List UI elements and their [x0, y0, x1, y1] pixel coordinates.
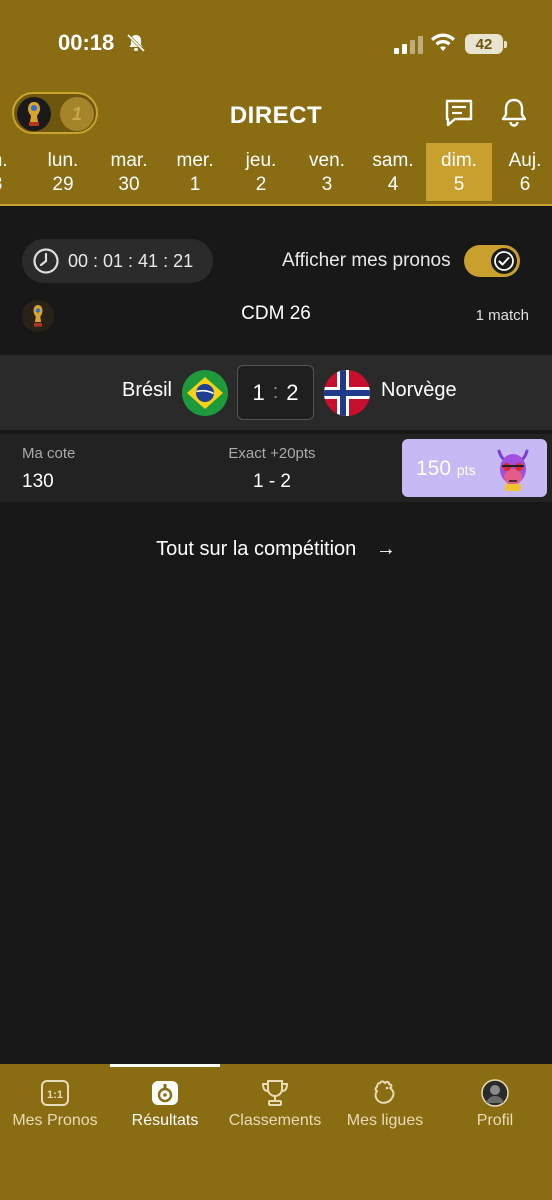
points-number: 150	[416, 457, 452, 480]
date-num: 3	[321, 174, 333, 195]
tab-mes-ligues[interactable]: Mes ligues	[330, 1064, 440, 1200]
match-row[interactable]: Brésil 1 : 2 Norvège	[0, 355, 552, 430]
date-day: m.	[0, 150, 8, 171]
header: 00:18 42 1 DIRECT . lun. 29 mar. 30 mer.…	[0, 0, 552, 206]
score-icon: 1:1	[40, 1078, 70, 1108]
show-pronos-label: Afficher mes pronos	[282, 250, 451, 271]
date-item[interactable]: ven. 3	[294, 143, 360, 201]
date-item[interactable]: sam. 4	[360, 143, 426, 201]
date-num: 2	[255, 174, 267, 195]
tab-profil[interactable]: Profil	[440, 1064, 550, 1200]
date-day: Auj.	[508, 150, 542, 171]
exact-value: 1 - 2	[252, 471, 292, 492]
date-item[interactable]: mer. 1	[162, 143, 228, 201]
home-team-name: Brésil	[121, 379, 172, 401]
date-num: 5	[453, 174, 465, 195]
date-day: sam.	[372, 150, 414, 171]
date-num: 4	[387, 174, 399, 195]
date-item-selected[interactable]: dim. 5	[426, 143, 492, 201]
points-unit: pts	[456, 462, 476, 478]
date-num: 29	[52, 174, 74, 195]
date-item[interactable]: lun. 29	[30, 143, 96, 201]
date-day: mer.	[176, 150, 214, 171]
exact-label: Exact +20pts	[228, 445, 316, 462]
away-score: 2	[286, 379, 299, 405]
whistle-icon	[150, 1078, 180, 1108]
header-divider	[0, 204, 552, 206]
status-time: 00:18	[58, 30, 115, 55]
tab-label: Mes Pronos	[12, 1112, 98, 1129]
tab-classements[interactable]: Classements	[220, 1064, 330, 1200]
trophy-icon	[260, 1078, 290, 1108]
date-num: 1	[189, 174, 201, 195]
competition-link[interactable]: Tout sur la compétition →	[0, 538, 552, 561]
tab-label: Classements	[228, 1112, 322, 1129]
date-day: jeu.	[245, 150, 277, 171]
status-bar: 00:18 42	[0, 0, 552, 90]
prono-row: Ma cote 130 Exact +20pts 1 - 2 150 pts	[0, 434, 552, 502]
score-icon-glyph: 1:1	[47, 1089, 63, 1101]
date-num: 8	[0, 173, 30, 197]
battery-indicator: 42	[465, 34, 507, 54]
score-box: 1 : 2	[237, 365, 314, 420]
date-day: ven.	[309, 150, 345, 171]
competition-link-label: Tout sur la compétition	[156, 538, 357, 560]
rooster-icon	[370, 1078, 400, 1108]
brazil-flag-icon	[182, 370, 228, 416]
date-item-today[interactable]: Auj. 6	[492, 143, 552, 201]
wifi-icon	[431, 33, 455, 51]
cellular-signal-icon	[394, 36, 423, 54]
mascot-icon	[497, 449, 529, 491]
tab-label: Mes ligues	[346, 1112, 424, 1129]
league-name[interactable]: CDM 26	[0, 303, 552, 325]
match-count: 1 match	[475, 307, 529, 324]
bottom-tab-bar: 1:1 Mes Pronos Résultats Classements Mes…	[0, 1064, 552, 1200]
tab-label: Résultats	[131, 1112, 199, 1129]
tab-label: Profil	[476, 1112, 514, 1129]
date-day: lun.	[47, 150, 79, 171]
date-num: 6	[519, 174, 531, 195]
cote-label: Ma cote	[22, 445, 76, 462]
date-item[interactable]: jeu. 2	[228, 143, 294, 201]
date-num: 30	[118, 174, 140, 195]
clock-icon	[33, 248, 59, 274]
cote-value: 130	[22, 471, 54, 492]
check-icon	[491, 248, 517, 274]
tab-mes-pronos[interactable]: 1:1 Mes Pronos	[0, 1064, 110, 1200]
date-item[interactable]: mar. 30	[96, 143, 162, 201]
timer-text: 00 : 01 : 41 : 21	[68, 250, 194, 271]
bell-muted-icon	[126, 33, 146, 53]
date-day: dim.	[441, 150, 477, 171]
date-item[interactable]: m. 8	[0, 143, 30, 201]
show-pronos-toggle[interactable]	[464, 245, 520, 277]
score-separator: :	[272, 381, 279, 403]
arrow-right-icon: →	[375, 538, 396, 560]
bell-icon[interactable]	[500, 97, 528, 127]
norway-flag-icon	[324, 370, 370, 416]
points-value: 150 pts	[416, 457, 476, 481]
avatar	[480, 1078, 510, 1108]
countdown-timer: 00 : 01 : 41 : 21	[22, 239, 213, 283]
home-score: 1	[252, 379, 265, 405]
date-selector: m. 8 lun. 29 mar. 30 mer. 1 jeu. 2 ven. …	[0, 143, 552, 201]
away-team-name: Norvège	[381, 379, 457, 401]
points-badge[interactable]: 150 pts	[402, 439, 547, 497]
tab-resultats[interactable]: Résultats	[110, 1064, 220, 1200]
chat-icon[interactable]	[444, 98, 474, 128]
date-day: mar.	[110, 150, 148, 171]
